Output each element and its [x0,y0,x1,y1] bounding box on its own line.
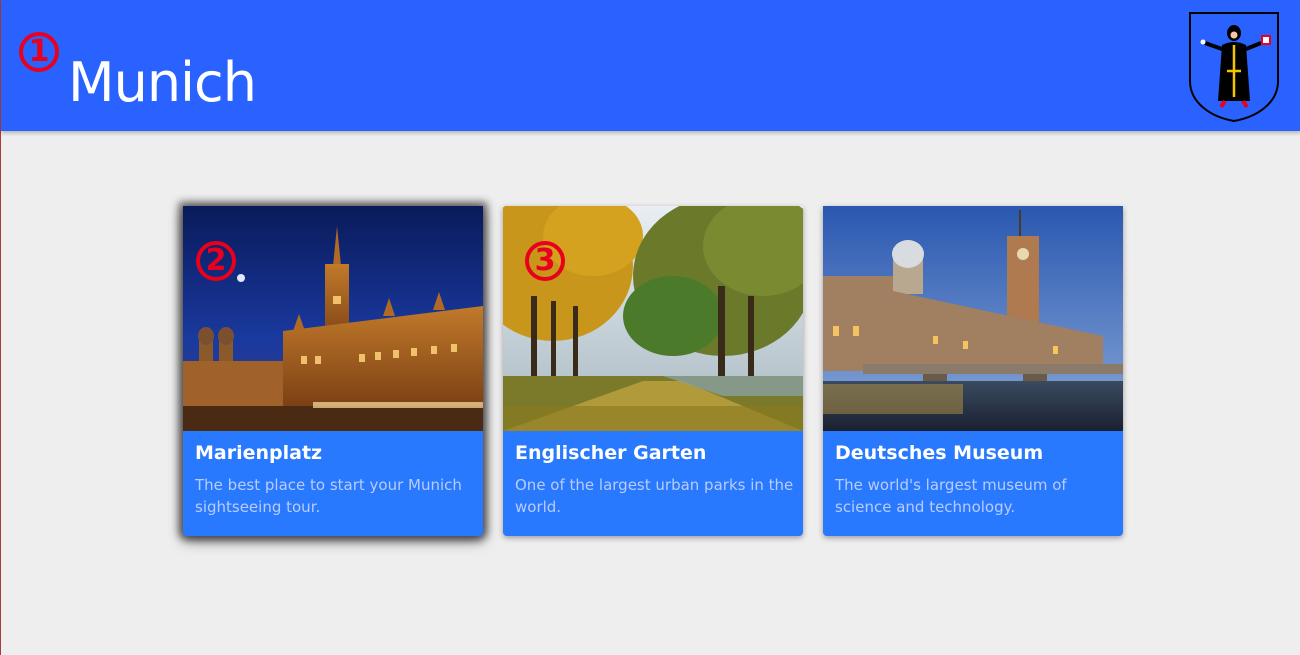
deutsches-museum-photo [823,206,1123,431]
annotation-marker-3: 3 [525,241,565,281]
marienplatz-photo [183,206,483,431]
card-description: The best place to start your Munich sigh… [195,476,462,516]
page-title: Munich [68,51,257,114]
card-title: Marienplatz [195,442,323,464]
annotation-marker-2: 2 [196,241,236,281]
munich-coat-of-arms-icon [1189,12,1279,123]
page: Munich 1 Marienplatz The best place to s… [0,0,1300,655]
app-header: Munich 1 [1,0,1300,131]
annotation-marker-1: 1 [19,32,59,72]
card-title: Deutsches Museum [835,442,1044,464]
englischer-garten-photo [503,206,803,431]
card-deutsches-museum[interactable]: Deutsches Museum The world's largest mus… [823,206,1123,536]
card-title: Englischer Garten [515,442,707,464]
card-description: The world's largest museum of science an… [835,476,1067,516]
card-description: One of the largest urban parks in the wo… [515,476,794,516]
